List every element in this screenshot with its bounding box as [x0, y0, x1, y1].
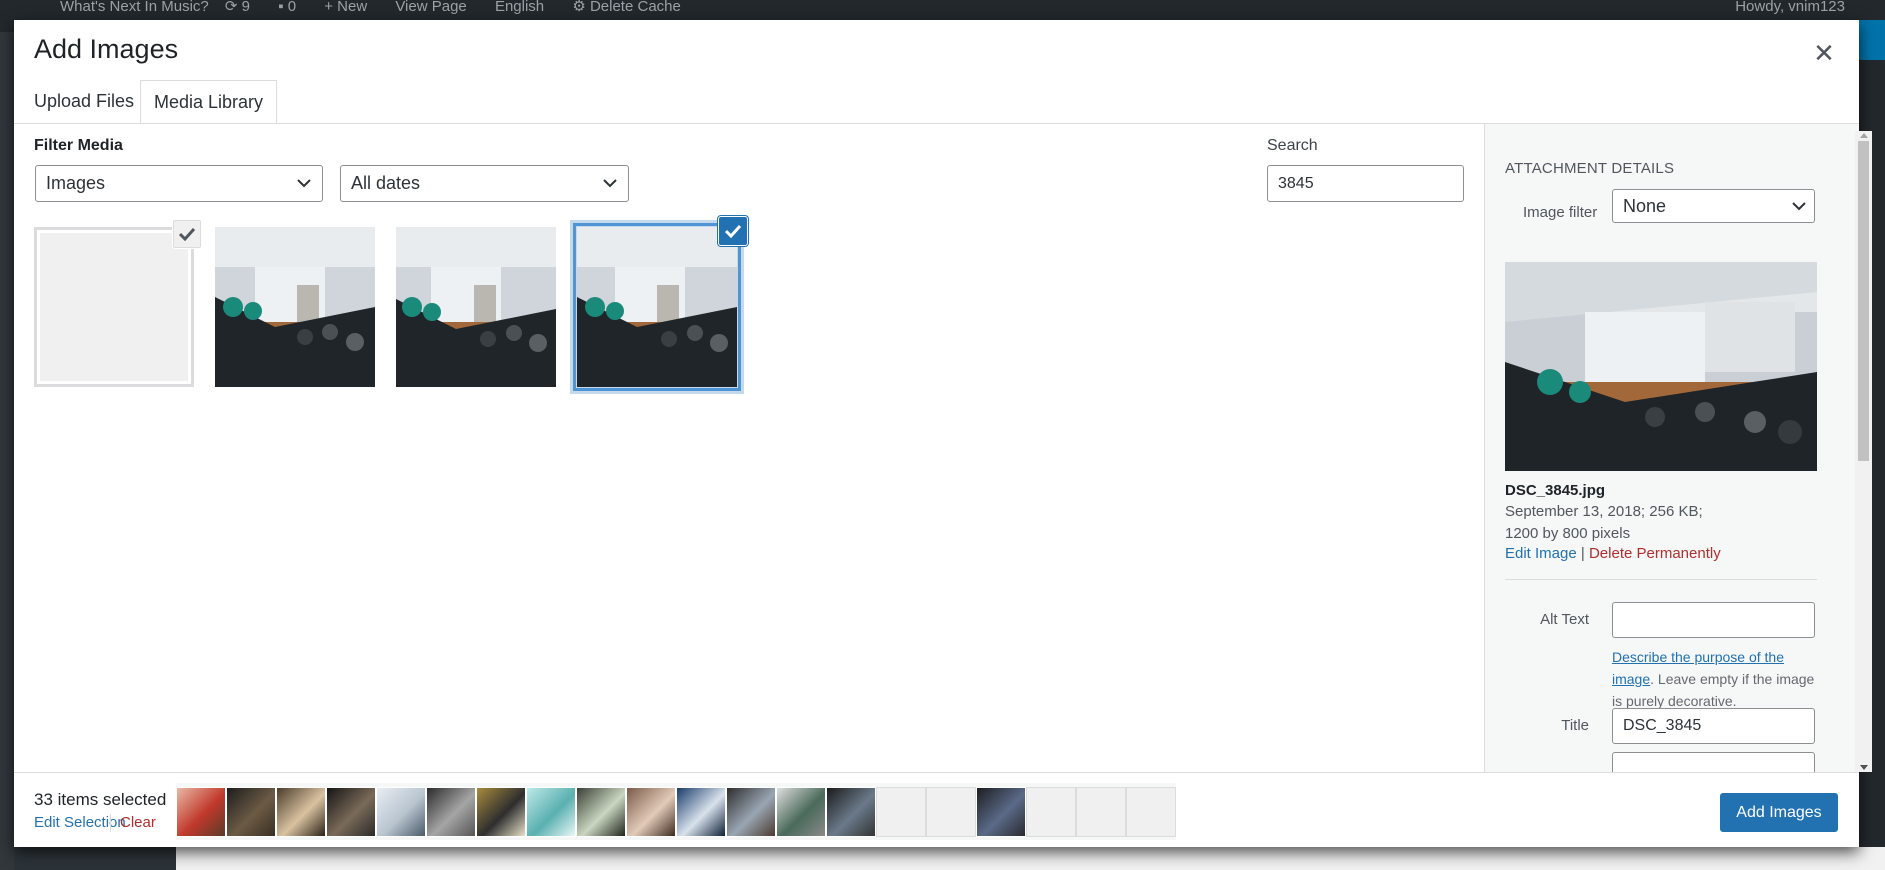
attachment-thumb[interactable] — [396, 227, 556, 387]
room-photo — [396, 227, 556, 387]
sidebar-scrollbar[interactable] — [1855, 131, 1872, 772]
selection-thumb[interactable] — [376, 787, 426, 837]
modal-title: Add Images — [34, 34, 179, 64]
selection-thumb[interactable] — [276, 787, 326, 837]
selection-thumb-empty[interactable] — [926, 787, 976, 837]
view-page-link[interactable]: View Page — [395, 0, 466, 14]
attachment-thumb-blank[interactable] — [34, 220, 201, 387]
edit-selection-link[interactable]: Edit Selection — [34, 814, 126, 831]
tab-upload-files[interactable]: Upload Files — [34, 80, 147, 124]
checkmark-icon[interactable] — [719, 217, 747, 245]
attachment-thumb[interactable] — [215, 227, 375, 387]
updates-count: 9 — [241, 0, 251, 15]
attachment-details-heading: ATTACHMENT DETAILS — [1505, 160, 1675, 177]
date-filter-select[interactable]: All dates — [340, 165, 629, 202]
checkmark-icon[interactable] — [173, 220, 201, 248]
selection-thumb[interactable] — [576, 787, 626, 837]
selection-thumb[interactable] — [476, 787, 526, 837]
image-filter-label: Image filter — [1523, 204, 1598, 221]
admin-bottom-area — [176, 847, 1885, 870]
new-link[interactable]: + New — [324, 0, 367, 14]
room-photo — [215, 227, 375, 387]
attachment-filename: DSC_3845.jpg — [1505, 482, 1606, 499]
selection-thumb[interactable] — [976, 787, 1026, 837]
selection-thumb-empty[interactable] — [876, 787, 926, 837]
selection-thumb[interactable] — [526, 787, 576, 837]
selection-thumb[interactable] — [776, 787, 826, 837]
media-type-value: Images — [46, 173, 106, 193]
image-filter-value: None — [1623, 196, 1667, 216]
search-label: Search — [1267, 137, 1318, 154]
scrollbar-thumb[interactable] — [1858, 141, 1869, 461]
chevron-down-icon — [602, 166, 618, 201]
selection-count: 33 items selected — [34, 790, 167, 809]
selection-thumb[interactable] — [226, 787, 276, 837]
admin-publish-strip — [1857, 20, 1885, 60]
language-link[interactable]: English — [495, 0, 544, 14]
site-name[interactable]: What's Next In Music? — [60, 0, 209, 15]
chevron-down-icon — [296, 166, 312, 201]
comments-count: 0 — [287, 0, 297, 15]
scroll-up-arrow[interactable] — [1860, 133, 1868, 138]
selection-thumb-empty[interactable] — [1126, 787, 1176, 837]
updates-icon[interactable]: ⟳ 9 — [225, 0, 250, 14]
title-field[interactable] — [1612, 708, 1815, 744]
selection-thumb[interactable] — [626, 787, 676, 837]
selection-thumb[interactable] — [726, 787, 776, 837]
room-photo — [577, 227, 737, 387]
delete-permanently-link[interactable]: Delete Permanently — [1589, 545, 1721, 562]
selection-thumb[interactable] — [326, 787, 376, 837]
attachment-actions: Edit Image | Delete Permanently — [1505, 545, 1721, 562]
tab-media-library[interactable]: Media Library — [140, 80, 278, 124]
selection-thumb[interactable] — [676, 787, 726, 837]
attachment-preview-image — [1505, 262, 1817, 471]
selection-thumb-empty[interactable] — [1026, 787, 1076, 837]
chevron-down-icon — [1792, 190, 1806, 222]
alt-text-description: Describe the purpose of the image. Leave… — [1612, 646, 1820, 712]
selection-thumb[interactable] — [826, 787, 876, 837]
image-filter-select[interactable]: None — [1612, 189, 1815, 223]
selection-thumbnail-strip — [176, 783, 1176, 840]
attachment-details-sidebar: ATTACHMENT DETAILS Image filter None DSC… — [1484, 124, 1859, 772]
selection-thumb[interactable] — [176, 787, 226, 837]
clear-selection-link[interactable]: Clear — [120, 814, 156, 831]
selection-thumb-empty[interactable] — [1076, 787, 1126, 837]
delete-cache-link[interactable]: ⚙ Delete Cache — [572, 0, 681, 14]
selection-thumb[interactable] — [426, 787, 476, 837]
filter-media-label: Filter Media — [34, 137, 123, 154]
media-toolbar: 33 items selected Edit Selection Clear A… — [14, 772, 1859, 847]
add-images-button[interactable]: Add Images — [1720, 793, 1838, 832]
search-input[interactable] — [1267, 165, 1464, 202]
alt-text-field[interactable] — [1612, 602, 1815, 638]
attachment-thumb-selected[interactable] — [573, 217, 747, 391]
alt-text-label: Alt Text — [1540, 611, 1589, 628]
admin-side-menu — [0, 32, 14, 870]
edit-image-link[interactable]: Edit Image — [1505, 545, 1577, 562]
scroll-down-arrow[interactable] — [1860, 765, 1868, 770]
admin-bottom-left — [14, 847, 176, 870]
actions-separator: | — [1580, 545, 1585, 562]
media-modal: Add Images ✕ Upload Files Media Library … — [14, 20, 1872, 847]
date-filter-value: All dates — [351, 173, 421, 193]
new-label: New — [337, 0, 368, 15]
close-icon[interactable]: ✕ — [1809, 38, 1839, 68]
comments-icon[interactable]: ▪ 0 — [278, 0, 296, 14]
attachment-dimensions: 1200 by 800 pixels — [1505, 525, 1631, 542]
media-type-select[interactable]: Images — [35, 165, 323, 202]
caption-field[interactable] — [1612, 752, 1815, 772]
sidebar-divider — [1505, 579, 1817, 580]
attachment-date-size: September 13, 2018; 256 KB; — [1505, 503, 1703, 520]
delete-cache-label: Delete Cache — [589, 0, 681, 15]
title-label: Title — [1561, 717, 1589, 734]
selection-separator — [110, 814, 111, 832]
